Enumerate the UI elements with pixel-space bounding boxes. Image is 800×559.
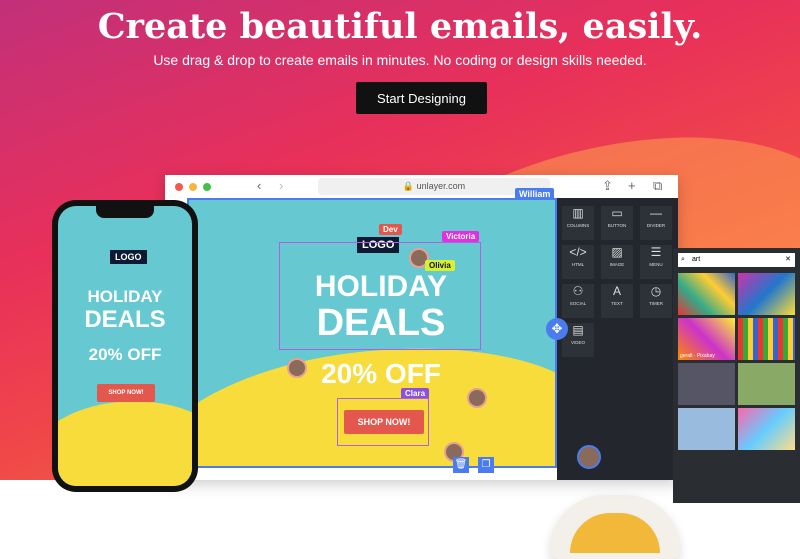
tool-columns[interactable]: ▥ COLUMNS <box>562 206 594 240</box>
image-result[interactable] <box>738 273 795 315</box>
collab-tag-william: William <box>515 188 555 200</box>
phone-deals: DEALS <box>84 306 166 333</box>
browser-window: ‹ › 🔒 unlayer.com ⇪ + ⧉ Dev LOGO Victori… <box>165 175 678 480</box>
share-icon[interactable]: ⇪ <box>602 178 613 194</box>
phone-offer: 20% OFF <box>88 345 162 364</box>
new-tab-icon[interactable]: + <box>628 178 636 193</box>
headline-deals[interactable]: DEALS <box>311 304 451 342</box>
phone-logo: LOGO <box>110 250 147 264</box>
image-search-input[interactable]: ⌕ art ✕ <box>678 253 795 267</box>
tool-text[interactable]: A TEXT <box>601 284 633 318</box>
phone-preview: LOGO HOLIDAY DEALS 20% OFF SHOP NOW! <box>52 200 198 492</box>
collab-tag-dev: Dev <box>379 224 402 235</box>
image-result[interactable] <box>678 363 735 405</box>
hero-subtitle: Use drag & drop to create emails in minu… <box>153 52 647 68</box>
offer-text[interactable]: 20% OFF <box>311 360 451 388</box>
close-dot[interactable] <box>175 183 183 191</box>
url-text: unlayer.com <box>416 181 466 191</box>
image-result[interactable] <box>738 363 795 405</box>
tool-divider[interactable]: — DIVIDER <box>640 206 672 240</box>
image-result[interactable]: geralt · Pixabay <box>678 318 735 360</box>
delete-icon[interactable]: 🗑 <box>453 457 469 473</box>
move-handle-icon[interactable]: ✥ <box>546 318 568 340</box>
image-library-panel: ⌕ art ✕ geralt · Pixabay <box>673 248 800 503</box>
clear-icon[interactable]: ✕ <box>785 253 791 267</box>
duplicate-icon[interactable]: ❐ <box>478 457 494 473</box>
phone-notch <box>96 206 154 218</box>
decorative-mouse <box>550 495 680 559</box>
tool-image[interactable]: ▨ IMAGE <box>601 245 633 279</box>
tool-menu[interactable]: ☰ MENU <box>640 245 672 279</box>
image-result[interactable] <box>678 408 735 450</box>
back-icon[interactable]: ‹ <box>257 178 261 193</box>
avatar <box>577 445 601 469</box>
headline-holiday[interactable]: HOLIDAY <box>311 272 451 302</box>
email-canvas[interactable]: Dev LOGO Victoria Olivia HOLIDAY DEALS 2… <box>187 198 557 468</box>
browser-toolbar: ‹ › 🔒 unlayer.com ⇪ + ⧉ <box>165 175 678 198</box>
tool-html[interactable]: </> HTML <box>562 245 594 279</box>
yellow-wave <box>58 387 192 486</box>
minimize-dot[interactable] <box>189 183 197 191</box>
tool-timer[interactable]: ◷ TIMER <box>640 284 672 318</box>
tool-social[interactable]: ⚇ SOCIAL <box>562 284 594 318</box>
phone-shop-button: SHOP NOW! <box>97 384 155 402</box>
email-shop-button[interactable]: SHOP NOW! <box>344 410 424 434</box>
image-result[interactable] <box>678 273 735 315</box>
hero-title: Create beautiful emails, easily. <box>97 6 703 47</box>
forward-icon[interactable]: › <box>279 178 283 193</box>
avatar <box>287 358 307 378</box>
start-designing-button[interactable]: Start Designing <box>356 82 487 114</box>
avatar <box>467 388 487 408</box>
tools-panel: ▥ COLUMNS ▭ BUTTON — DIVIDER </> HTML ▨ IMAGE… <box>557 198 678 480</box>
collab-tag-victoria: Victoria <box>442 231 480 242</box>
image-result[interactable] <box>738 318 795 360</box>
search-icon: ⌕ <box>681 256 685 263</box>
maximize-dot[interactable] <box>203 183 211 191</box>
phone-holiday: HOLIDAY <box>87 287 163 306</box>
tabs-icon[interactable]: ⧉ <box>653 178 662 194</box>
tool-button[interactable]: ▭ BUTTON <box>601 206 633 240</box>
image-result[interactable] <box>738 408 795 450</box>
